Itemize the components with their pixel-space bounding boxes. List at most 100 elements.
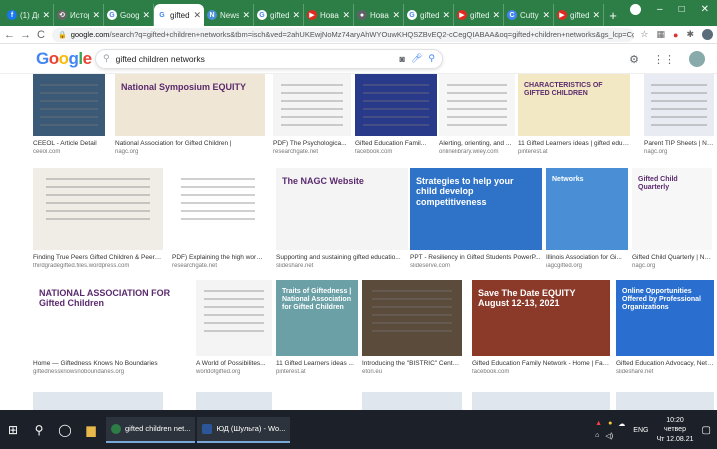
result-caption[interactable]: PPT - Resiliency in Gifted Students Powe… <box>410 254 542 261</box>
image-result-card[interactable]: Alerting, orienting, and ... onlinelibrar… <box>439 74 515 160</box>
mic-icon[interactable]: 🎤︎ <box>411 53 422 64</box>
browser-tab[interactable]: N News ✕ <box>204 4 254 26</box>
image-result-card[interactable]: Networks Illinois Association for Gi... ia… <box>546 168 628 274</box>
extension-icon[interactable]: ▦ <box>657 29 666 40</box>
result-thumbnail[interactable]: Traits of Giftedness | National Associat… <box>276 280 358 356</box>
notification-icon[interactable]: ▢ <box>702 425 711 436</box>
result-caption[interactable]: CEEOL - Article Detail <box>33 140 105 147</box>
browser-tab[interactable]: ▶ Нова ✕ <box>304 4 354 26</box>
result-caption[interactable]: PDF) The Psychologica... <box>273 140 351 147</box>
browser-tab[interactable]: ▶ gifted ✕ <box>554 4 604 26</box>
forward-button[interactable]: → <box>20 29 31 41</box>
partial-result-thumbnail[interactable] <box>616 392 714 410</box>
result-source[interactable]: giftednesskriowsnoboundaries.org <box>33 369 189 375</box>
result-source[interactable]: researchgate.net <box>172 263 264 269</box>
image-result-card[interactable]: Strategies to help your child develop co… <box>410 168 542 274</box>
result-source[interactable]: slideshare.net <box>616 369 714 375</box>
close-tab-icon[interactable]: ✕ <box>142 10 150 21</box>
result-caption[interactable]: Parent TIP Sheets | Nat... <box>644 140 714 147</box>
partial-result-thumbnail[interactable] <box>362 392 462 410</box>
result-caption[interactable]: Gifted Education Family Network - Home |… <box>472 360 610 367</box>
close-tab-icon[interactable]: ✕ <box>542 10 550 21</box>
close-window-button[interactable]: ✕ <box>701 4 709 15</box>
result-source[interactable]: facebook.com <box>472 369 610 375</box>
result-source[interactable]: thirdgradegifted.files.wordpress.com <box>33 263 163 269</box>
partial-result-thumbnail[interactable] <box>472 392 610 410</box>
browser-tab[interactable]: ●Новая✕ <box>354 4 404 26</box>
result-caption[interactable]: 11 Gifted Learners ideas ... <box>276 360 358 367</box>
image-result-card[interactable]: CHARACTERISTICS OF GIFTED CHILDREN 11 Gif… <box>518 74 630 160</box>
browser-tab[interactable]: ⟲Истор✕ <box>54 4 104 26</box>
close-tab-icon[interactable]: ✕ <box>392 10 400 21</box>
taskbar-app-word[interactable]: ЮД (Шульга) - Wo... <box>197 416 291 443</box>
result-thumbnail[interactable]: Strategies to help your child develop co… <box>410 168 542 250</box>
taskbar-search-icon[interactable]: ⚲ <box>26 423 52 437</box>
browser-tab[interactable]: f (1) Дс ✕ <box>4 4 54 26</box>
settings-gear-icon[interactable]: ⚙ <box>629 53 639 66</box>
result-thumbnail[interactable] <box>172 168 264 250</box>
close-tab-icon[interactable]: ✕ <box>292 10 300 21</box>
result-thumbnail[interactable]: Save The Date EQUITY August 12-13, 2021 <box>472 280 610 356</box>
image-result-card[interactable]: Save The Date EQUITY August 12-13, 2021 G… <box>472 280 610 380</box>
result-caption[interactable]: Home — Giftedness Knows No Boundaries <box>33 360 189 367</box>
network-icon[interactable]: ⌂ <box>595 432 599 440</box>
close-tab-icon[interactable]: ✕ <box>242 10 250 21</box>
close-tab-icon[interactable]: ✕ <box>92 10 100 21</box>
browser-tab[interactable]: Ggifted ✕ <box>254 4 304 26</box>
close-tab-icon[interactable]: ✕ <box>193 10 201 21</box>
image-result-card[interactable]: PDF) Explaining the high workin... resear… <box>172 168 264 274</box>
file-explorer-icon[interactable]: ▆ <box>78 423 104 437</box>
result-source[interactable]: pinterest.at <box>518 149 630 155</box>
result-source[interactable]: slideserve.com <box>410 263 542 269</box>
result-thumbnail[interactable] <box>644 74 714 136</box>
image-result-card[interactable]: CEEOL - Article Detail ceeol.com <box>33 74 105 160</box>
result-caption[interactable]: Gifted Education Advocacy, Netw... <box>616 360 714 367</box>
extension-red-icon[interactable]: ● <box>673 30 678 40</box>
result-thumbnail[interactable]: Networks <box>546 168 628 250</box>
volume-icon[interactable]: ◁) <box>605 432 613 440</box>
result-thumbnail[interactable]: Gifted Child Quarterly <box>632 168 712 250</box>
taskbar-app-chrome[interactable]: gifted children net... <box>106 416 196 443</box>
browser-tab[interactable]: Ggifted ✕ <box>404 4 454 26</box>
result-source[interactable]: onlinelibrary.wiley.com <box>439 149 515 155</box>
result-caption[interactable]: A World of Possibilites... <box>196 360 272 367</box>
result-thumbnail[interactable] <box>362 280 462 356</box>
close-tab-icon[interactable]: ✕ <box>342 10 350 21</box>
result-source[interactable]: ceeol.com <box>33 149 105 155</box>
account-avatar[interactable] <box>702 29 713 40</box>
result-caption[interactable]: Gifted Education Famil... <box>355 140 437 147</box>
extensions-puzzle-icon[interactable]: ✱ <box>686 29 694 40</box>
result-source[interactable]: nagc.org <box>632 263 712 269</box>
minimize-button[interactable]: – <box>657 4 663 15</box>
browser-tab[interactable]: ▶ gifted ✕ <box>454 4 504 26</box>
image-result-card[interactable]: The NAGC Website Supporting and sustainin… <box>276 168 408 274</box>
result-caption[interactable]: Gifted Child Quarterly | Nat... <box>632 254 712 261</box>
apps-grid-icon[interactable]: ⋮⋮ <box>653 53 675 66</box>
result-source[interactable]: iagcgifted.org <box>546 263 628 269</box>
image-result-card[interactable]: Gifted Child Quarterly Gifted Child Quart… <box>632 168 712 274</box>
result-caption[interactable]: Finding True Peers Gifted Children & Pee… <box>33 254 163 261</box>
result-source[interactable]: facebook.com <box>355 149 437 155</box>
result-thumbnail[interactable] <box>273 74 351 136</box>
search-submit-icon[interactable]: ⚲ <box>428 53 435 64</box>
browser-tab[interactable]: G Goog ✕ <box>104 4 154 26</box>
result-source[interactable]: researchgate.net <box>273 149 351 155</box>
close-tab-icon[interactable]: ✕ <box>442 10 450 21</box>
result-caption[interactable]: Supporting and sustaining gifted educati… <box>276 254 408 261</box>
camera-icon[interactable]: ◙ <box>400 54 405 64</box>
result-caption[interactable]: National Association for Gifted Children… <box>115 140 265 147</box>
image-result-card[interactable]: Online Opportunities Offered by Professi… <box>616 280 714 380</box>
image-result-card[interactable]: Finding True Peers Gifted Children & Pee… <box>33 168 163 274</box>
result-thumbnail[interactable] <box>33 168 163 250</box>
close-tab-icon[interactable]: ✕ <box>592 10 600 21</box>
maximize-button[interactable]: □ <box>679 4 685 15</box>
partial-result-thumbnail[interactable] <box>33 392 163 410</box>
image-result-card[interactable]: Parent TIP Sheets | Nat... nagc.org <box>644 74 714 160</box>
result-caption[interactable]: Introducing the "BISTRIC" Center ... <box>362 360 462 367</box>
partial-result-thumbnail[interactable] <box>196 392 272 410</box>
windows-start-icon[interactable]: ⊞ <box>0 423 26 437</box>
image-result-card[interactable]: Traits of Giftedness | National Associat… <box>276 280 358 380</box>
result-caption[interactable]: Illinois Association for Gi... <box>546 254 628 261</box>
search-input[interactable]: gifted children networks <box>116 54 394 64</box>
result-thumbnail[interactable]: NATIONAL ASSOCIATION FOR Gifted Children <box>33 280 189 356</box>
